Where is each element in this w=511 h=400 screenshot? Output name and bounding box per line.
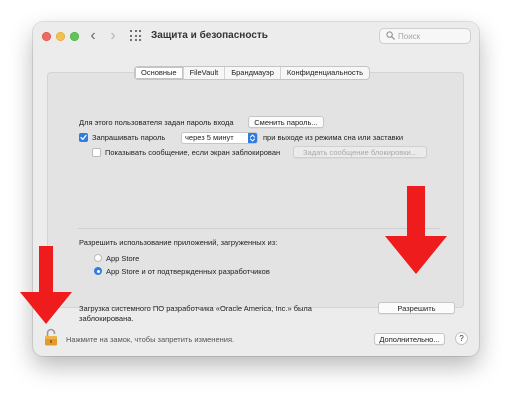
radio-app-store-identified-label: App Store и от подтвержденных разработчи… (106, 267, 270, 276)
back-chevron-icon[interactable]: ‹ (86, 27, 100, 45)
search-field[interactable] (379, 28, 471, 44)
updown-chevron-icon (248, 133, 257, 143)
blocked-software-line1: Загрузка системного ПО разработчика «Ora… (79, 304, 312, 313)
radio-app-store-label: App Store (106, 254, 140, 263)
show-message-checkbox[interactable] (92, 148, 101, 157)
show-all-grid-icon[interactable] (130, 30, 142, 42)
search-input[interactable] (398, 30, 468, 42)
window-title: Защита и безопасность (151, 30, 268, 41)
advanced-button[interactable]: Дополнительно... (374, 333, 445, 345)
radio-app-store-identified[interactable] (94, 267, 102, 275)
search-icon (386, 31, 395, 40)
password-delay-select[interactable]: через 5 минут (181, 132, 258, 144)
close-window-button[interactable] (42, 32, 51, 41)
set-lock-message-button[interactable]: Задать сообщение блокировки... (293, 146, 427, 158)
zoom-window-button[interactable] (70, 32, 79, 41)
tab-filevault[interactable]: FileVault (182, 67, 225, 79)
tab-bar: Основные FileVault Брандмауэр Конфиденци… (134, 66, 370, 80)
minimize-window-button[interactable] (56, 32, 65, 41)
help-button[interactable]: ? (455, 332, 468, 345)
login-password-label: Для этого пользователя задан пароль вход… (79, 118, 234, 127)
checkmark-icon (80, 134, 87, 141)
tab-general[interactable]: Основные (135, 67, 183, 79)
allow-button[interactable]: Разрешить (378, 302, 455, 314)
change-password-button[interactable]: Сменить пароль... (248, 116, 324, 128)
lock-icon[interactable] (44, 328, 58, 346)
allow-apps-label: Разрешить использование приложений, загр… (79, 238, 278, 247)
password-delay-value: через 5 минут (185, 133, 234, 142)
forward-chevron-icon[interactable]: › (106, 27, 120, 45)
red-down-arrow-icon (385, 186, 447, 274)
tab-firewall[interactable]: Брандмауэр (224, 67, 280, 79)
show-message-label: Показывать сообщение, если экран заблоки… (105, 148, 281, 157)
require-password-label: Запрашивать пароль (92, 133, 166, 142)
require-password-checkbox[interactable] (79, 133, 88, 142)
radio-app-store[interactable] (94, 254, 102, 262)
require-password-suffix: при выходе из режима сна или заставки (263, 133, 404, 142)
lock-hint-text: Нажмите на замок, чтобы запретить измене… (66, 335, 235, 344)
tab-privacy[interactable]: Конфиденциальность (279, 67, 369, 79)
blocked-software-line2: заблокирована. (79, 314, 134, 323)
red-down-arrow-icon (20, 246, 72, 324)
titlebar: ‹ › Защита и безопасность (33, 22, 479, 52)
